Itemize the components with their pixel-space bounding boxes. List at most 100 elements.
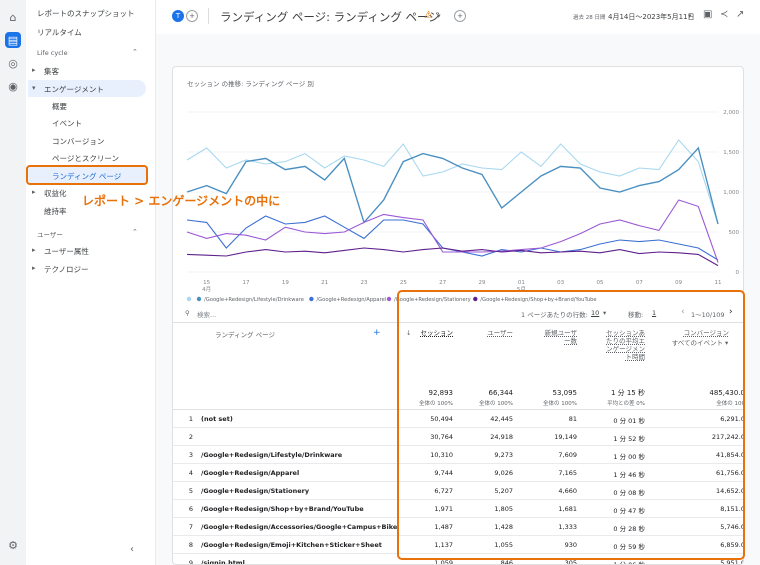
share-icon[interactable]: ≺ — [720, 9, 728, 20]
report-header: T + ランディング ページ: ランディング ページ ⚠ ▾ + 過去 28 日… — [156, 0, 760, 34]
expand-arrow-icon[interactable]: ▸ — [32, 66, 36, 74]
table-search-input[interactable]: 検索... — [197, 309, 216, 319]
expand-arrow-icon[interactable]: ▸ — [32, 188, 36, 196]
collapse-sidebar-icon[interactable]: ‹ — [130, 544, 134, 555]
col-header-landing-page[interactable]: ランディング ページ — [215, 331, 275, 339]
col-header-new-users[interactable]: 新規ユーザー数 — [539, 329, 577, 345]
col-header-users[interactable]: ユーザー — [473, 329, 513, 337]
table-row[interactable]: 1 (not set) 50,494 42,445 81 0 分 01 秒 6,291.0 — [173, 410, 743, 428]
row-landing-page: (not set) — [201, 415, 233, 423]
row-engagement: 0 分 08 秒 — [613, 489, 645, 497]
row-engagement: 0 分 47 秒 — [613, 507, 645, 515]
advertising-icon[interactable]: ◉ — [5, 78, 21, 94]
x-tick-label: 29 — [479, 280, 486, 286]
table-row[interactable]: 8/Google+Redesign/Emoji+Kitchen+Sticker+… — [173, 536, 744, 554]
sidebar-item-monetization[interactable]: 収益化 — [44, 188, 67, 199]
table-row[interactable]: 7/Google+Redesign/Accessories/Google+Cam… — [173, 518, 743, 536]
x-tick-label: 07 — [636, 280, 643, 286]
total-engagement-sub: 平均との差 0% — [607, 401, 645, 407]
home-icon[interactable]: ⌂ — [5, 9, 21, 25]
sidebar-section-user[interactable]: ユーザー — [37, 229, 63, 239]
sidebar-item-events[interactable]: イベント — [52, 118, 82, 129]
x-tick-label: 15 — [203, 280, 210, 286]
row-new-users: 81 — [568, 415, 577, 423]
col-header-sessions[interactable]: セッション — [415, 329, 454, 337]
table-row[interactable]: 3/Google+Redesign/Lifestyle/Drinkware 10,… — [173, 446, 743, 464]
table-row[interactable]: 6/Google+Redesign/Shop+by+Brand/YouTube 1… — [173, 500, 743, 518]
row-landing-page: /Google+Redesign/Emoji+Kitchen+Sticker+S… — [201, 541, 382, 549]
row-sessions: 1,487 — [434, 523, 453, 531]
chevron-up-icon[interactable]: ⌃ — [132, 228, 138, 236]
explore-icon[interactable]: ◎ — [5, 55, 21, 71]
next-page-icon[interactable]: › — [729, 307, 733, 317]
y-tick-label: 500 — [729, 230, 740, 236]
warning-icon[interactable]: ⚠ — [424, 10, 433, 21]
row-users: 1,428 — [494, 523, 513, 531]
table-row[interactable]: 9/signin.html 1,059 846 305 1 分 06 秒 5,951.0 — [173, 554, 743, 565]
nav-rail: ⌂ ▤ ◎ ◉ ⚙ — [0, 0, 26, 565]
customize-report-icon[interactable]: ▣ — [703, 9, 712, 20]
total-new-users-sub: 全体の 100% — [543, 401, 577, 407]
collapse-arrow-icon[interactable]: ▾ — [32, 84, 36, 92]
date-dropdown-icon[interactable]: ▾ — [688, 12, 692, 20]
date-range-selector[interactable]: 4月14日～2023年5月11日 — [608, 12, 695, 22]
expand-arrow-icon[interactable]: ▸ — [32, 246, 36, 254]
sidebar-item-engagement[interactable]: エンゲージメント — [44, 84, 104, 95]
reports-icon[interactable]: ▤ — [5, 32, 21, 48]
row-new-users: 7,165 — [558, 469, 577, 477]
col-header-conversions[interactable]: コンバージョン — [663, 329, 729, 337]
prev-page-icon[interactable]: ‹ — [681, 307, 685, 317]
sidebar-item-landing-page[interactable]: ランディング ページ — [26, 165, 148, 185]
row-engagement: 1 分 52 秒 — [613, 435, 645, 443]
row-sessions: 50,494 — [430, 415, 453, 423]
sidebar-item-realtime[interactable]: リアルタイム — [37, 27, 82, 38]
row-sessions: 1,059 — [434, 559, 453, 565]
add-filter-icon[interactable]: + — [454, 10, 466, 22]
row-index: 6 — [188, 505, 193, 513]
legend-swatch — [309, 296, 314, 302]
sidebar-item-technology[interactable]: テクノロジー — [44, 264, 89, 275]
settings-gear-icon[interactable]: ⚙ — [5, 537, 21, 553]
sidebar-item-conversions[interactable]: コンバージョン — [52, 136, 104, 147]
table-row[interactable]: 4/Google+Redesign/Apparel 9,744 9,026 7,165… — [173, 464, 743, 482]
row-sessions: 1,971 — [434, 505, 453, 513]
conversions-event-select[interactable]: すべてのイベント — [653, 339, 723, 347]
row-engagement: 1 分 46 秒 — [613, 471, 645, 479]
sidebar-item-landing-label: ランディング ページ — [52, 172, 122, 181]
rows-dropdown-icon[interactable]: ▾ — [603, 309, 606, 317]
rows-per-page-select[interactable]: 10 — [591, 309, 599, 317]
conversions-dropdown-icon[interactable]: ▾ — [725, 339, 728, 347]
row-new-users: 1,333 — [558, 523, 577, 531]
goto-page-input[interactable]: 1 — [652, 309, 656, 317]
comparison-badge[interactable]: T — [172, 10, 184, 22]
col-header-avg-engagement[interactable]: セッションあたりの平均エンゲージメント時間 — [603, 329, 645, 361]
chevron-up-icon[interactable]: ⌃ — [132, 48, 138, 56]
sidebar-item-pages-screens[interactable]: ページとスクリーン — [52, 153, 119, 164]
row-conversions: 217,242.0 — [711, 433, 744, 441]
sidebar-item-acquisition[interactable]: 集客 — [44, 66, 59, 77]
y-tick-label: 1,500 — [723, 150, 739, 156]
row-landing-page: /Google+Redesign/Accessories/Google+Camp… — [201, 523, 398, 531]
sidebar-item-user-attributes[interactable]: ユーザー属性 — [44, 246, 89, 257]
row-index: 4 — [188, 469, 193, 477]
table-row[interactable]: 2 30,764 24,918 19,149 1 分 52 秒 217,242.0 — [173, 428, 744, 446]
row-users: 846 — [500, 559, 513, 565]
sidebar-section-lifecycle[interactable]: Life cycle — [37, 49, 68, 57]
row-landing-page: /Google+Redesign/Shop+by+Brand/YouTube — [201, 505, 364, 513]
title-dropdown-icon[interactable]: ▾ — [437, 12, 441, 20]
sidebar-item-retention[interactable]: 維持率 — [44, 206, 67, 217]
add-dimension-icon[interactable]: + — [373, 329, 381, 338]
row-new-users: 19,149 — [554, 433, 577, 441]
total-sessions: 92,893 — [428, 389, 454, 397]
sort-desc-icon[interactable]: ↓ — [406, 329, 411, 337]
page-range: 1～10/109 — [691, 311, 725, 319]
series-line — [186, 146, 719, 225]
y-tick-label: 1,000 — [723, 190, 739, 196]
add-comparison-icon[interactable]: + — [186, 10, 198, 22]
row-conversions: 6,859.0 — [720, 541, 744, 549]
sidebar-item-snapshot[interactable]: レポートのスナップショット — [37, 8, 135, 19]
sidebar-item-overview[interactable]: 概要 — [52, 101, 67, 112]
insights-icon[interactable]: ↗ — [736, 9, 744, 20]
table-row[interactable]: 5/Google+Redesign/Stationery 6,727 5,207 4,… — [173, 482, 743, 500]
expand-arrow-icon[interactable]: ▸ — [32, 264, 36, 272]
